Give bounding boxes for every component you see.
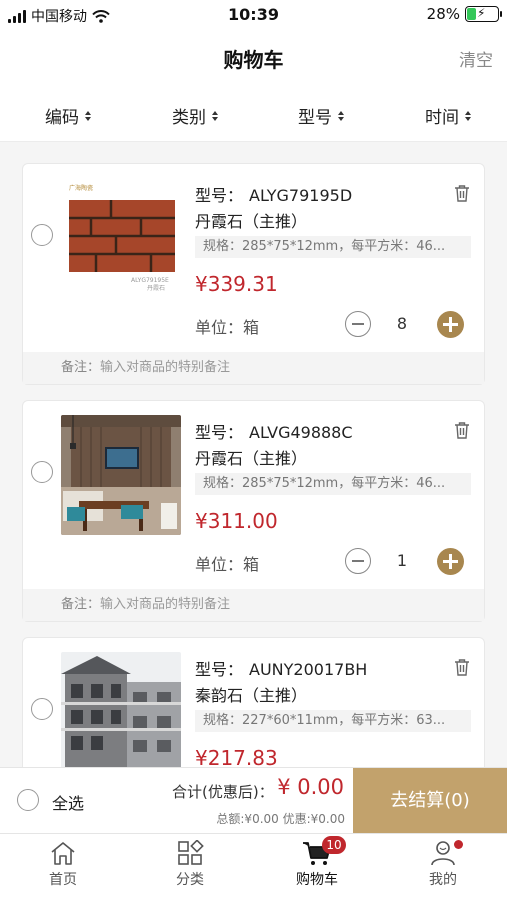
status-right: 28% ⚡ [426,5,502,23]
product-model: 型号： ALVG49888C [195,423,353,442]
total-value: ¥ 0.00 [277,775,344,799]
remark-input[interactable]: 备注：输入对商品的特别备注 [23,589,484,621]
product-price: ¥311.00 [195,509,278,533]
checkout-bar: 全选 合计(优惠后)： ¥ 0.00 总额:¥0.00 优惠:¥0.00 去结算… [0,767,507,834]
item-select-radio[interactable] [31,461,53,483]
image-brand: 广海陶瓷 [69,184,93,192]
notification-dot [454,840,463,849]
increase-quantity-button[interactable] [437,311,464,338]
sort-label: 类别 [172,108,206,128]
sort-arrows-icon [85,110,91,121]
sort-label: 型号 [298,108,332,128]
image-caption: ALYG79195E [131,277,169,284]
tab-category[interactable]: 分类 [145,840,235,889]
total-breakdown: 总额:¥0.00 优惠:¥0.00 [216,812,345,826]
cart-item: 型号： ALVG49888C 丹霞石（主推） 规格：285*75*12mm，每平方… [22,400,485,622]
nav-bar: 购物车 清空 [0,30,507,84]
remark-input[interactable]: 备注：输入对商品的特别备注 [23,352,484,384]
home-icon [51,842,75,865]
battery-percent: 28% [426,5,460,23]
tab-profile[interactable]: 我的 [398,840,488,889]
sort-by-code[interactable]: 编码 [45,103,91,128]
product-series: 丹霞石（主推） [195,449,308,468]
tab-label: 购物车 [296,872,338,888]
item-select-radio[interactable] [31,698,53,720]
product-model: 型号： AUNY20017BH [195,660,368,679]
product-price: ¥339.31 [195,272,278,296]
clear-cart-button[interactable]: 清空 [459,46,493,71]
increase-quantity-button[interactable] [437,548,464,575]
sort-by-category[interactable]: 类别 [172,103,218,128]
product-image: 广海陶瓷 ALYG79195E 丹霞石 [61,178,181,298]
tab-label: 首页 [49,872,77,888]
building-exterior-image [61,652,181,772]
quantity-value: 8 [396,314,408,333]
page-title: 购物车 [223,48,284,72]
product-image [61,652,181,772]
product-series: 丹霞石（主推） [195,212,308,231]
status-bar: 中国移动 10:39 28% ⚡ [0,0,507,30]
product-spec: 规格：227*60*11mm，每平方米：63... [195,710,471,732]
sort-arrows-icon [338,110,344,121]
product-unit: 单位：箱 [195,555,260,574]
select-all-label[interactable]: 全选 [52,790,84,814]
tab-home[interactable]: 首页 [18,840,108,889]
tab-bar: 首页 分类 10 购物车 我的 [0,833,507,900]
decrease-quantity-button[interactable] [345,311,371,337]
cart-item: 广海陶瓷 ALYG79195E 丹霞石 型号： ALYG79195D 丹霞石（主推… [22,163,485,385]
product-model: 型号： ALYG79195D [195,186,353,205]
trash-icon[interactable] [454,658,470,676]
image-subcaption: 丹霞石 [147,285,165,292]
interior-room-image [61,415,181,535]
battery-icon: ⚡ [465,6,502,22]
select-all-radio[interactable] [17,789,39,811]
product-series: 秦韵石（主推） [195,686,308,705]
checkout-button[interactable]: 去结算(0) [353,768,507,834]
cart-badge: 10 [322,836,346,854]
tab-cart[interactable]: 10 购物车 [272,836,362,889]
sort-label: 时间 [425,108,459,128]
sort-arrows-icon [465,110,471,121]
total-label: 合计(优惠后)： [172,783,274,801]
category-icon [178,840,204,865]
sort-by-time[interactable]: 时间 [425,103,471,128]
tab-label: 分类 [176,872,204,888]
item-select-radio[interactable] [31,224,53,246]
brick-tile-image: 广海陶瓷 ALYG79195E 丹霞石 [61,178,181,298]
sort-label: 编码 [45,108,79,128]
product-image [61,415,181,535]
product-unit: 单位：箱 [195,318,260,337]
sort-by-model[interactable]: 型号 [298,103,344,128]
decrease-quantity-button[interactable] [345,548,371,574]
sort-arrows-icon [212,110,218,121]
trash-icon[interactable] [454,184,470,202]
tab-label: 我的 [429,872,457,888]
sort-bar: 编码 类别 型号 时间 [0,84,507,142]
product-spec: 规格：285*75*12mm，每平方米：46... [195,236,471,258]
product-spec: 规格：285*75*12mm，每平方米：46... [195,473,471,495]
quantity-value: 1 [396,551,408,570]
user-icon [431,841,455,866]
trash-icon[interactable] [454,421,470,439]
